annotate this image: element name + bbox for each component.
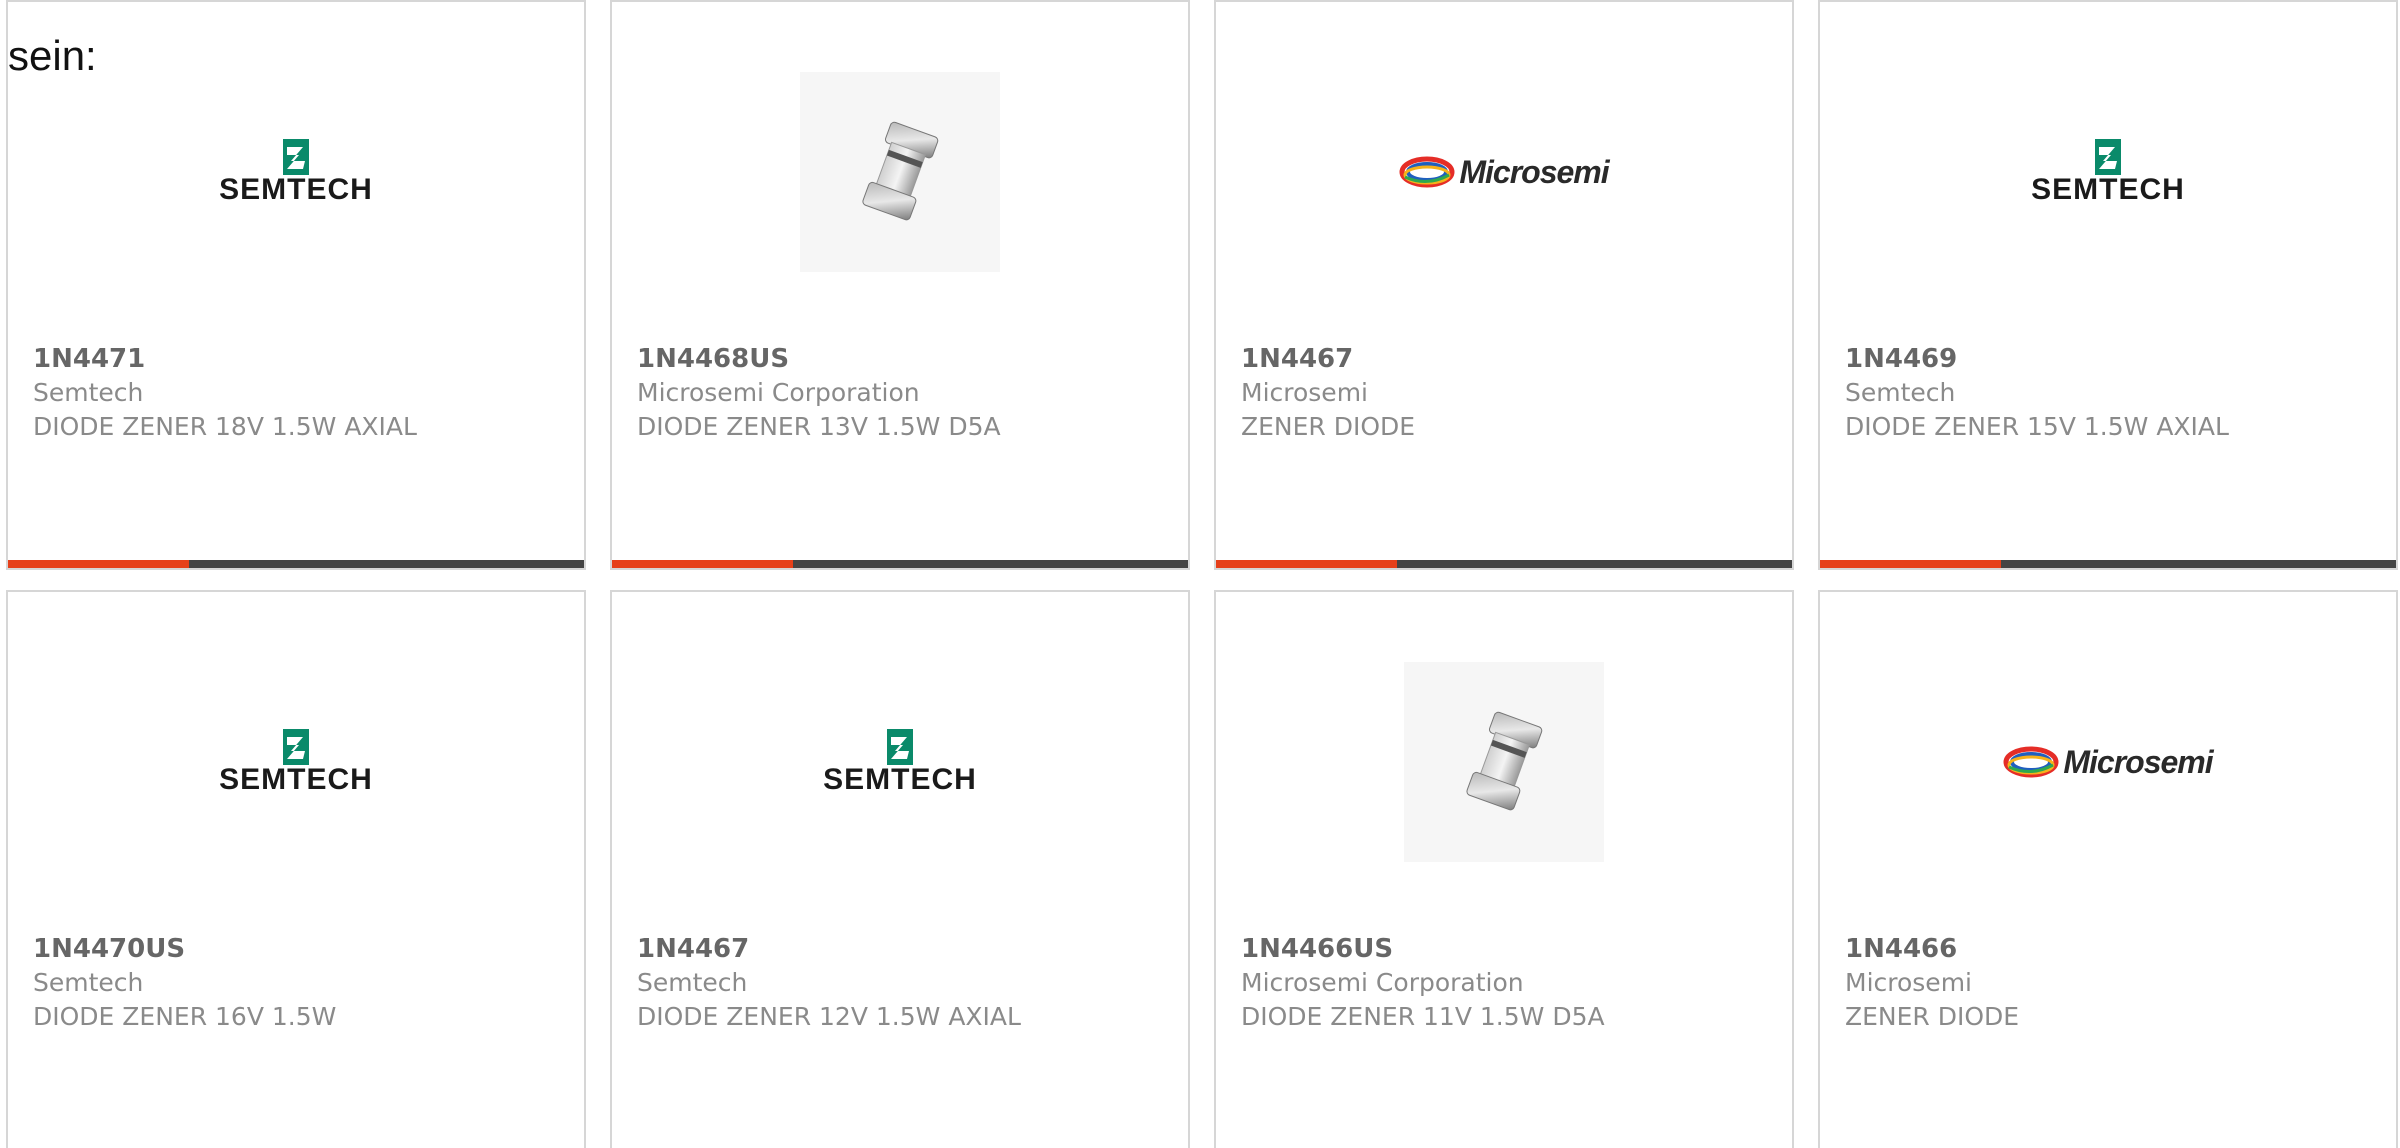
product-image[interactable]: Microsemi: [1216, 70, 1792, 274]
semtech-logo: SEMTECH: [191, 139, 401, 205]
product-card[interactable]: 1N4468US Microsemi Corporation DIODE ZEN…: [610, 0, 1190, 570]
manufacturer: Microsemi Corporation: [1241, 968, 1524, 997]
part-number-link[interactable]: 1N4466: [1845, 932, 2376, 966]
description: DIODE ZENER 12V 1.5W AXIAL: [637, 1002, 1021, 1031]
product-image[interactable]: SEMTECH: [1820, 70, 2396, 274]
description: DIODE ZENER 18V 1.5W AXIAL: [33, 412, 417, 441]
part-number-link[interactable]: 1N4466US: [1241, 932, 1772, 966]
description: ZENER DIODE: [1241, 412, 1416, 441]
product-card[interactable]: SEMTECH 1N4469 Semtech DIODE ZENER 15V 1…: [1818, 0, 2398, 570]
semtech-logo-text: SEMTECH: [2031, 173, 2185, 206]
semtech-mark-icon: [283, 139, 309, 175]
manufacturer: Semtech: [33, 378, 144, 407]
manufacturer: Semtech: [1845, 378, 1956, 407]
diode-component-icon: [1466, 711, 1543, 811]
product-card[interactable]: Microsemi 1N4467 Microsemi ZENER DIODE: [1214, 0, 1794, 570]
card-bar-accent: [1820, 560, 2002, 568]
diode-photo: [800, 72, 1000, 272]
diode-component-icon: [862, 121, 939, 221]
product-info: 1N4470US Semtech DIODE ZENER 16V 1.5W: [33, 932, 564, 1034]
semtech-logo-text: SEMTECH: [219, 763, 373, 796]
part-number-link[interactable]: 1N4467: [637, 932, 1168, 966]
manufacturer: Semtech: [637, 968, 748, 997]
microsemi-logo: Microsemi: [2003, 743, 2214, 781]
intro-text: sein:: [8, 32, 97, 79]
product-image[interactable]: SEMTECH: [8, 660, 584, 864]
part-number-link[interactable]: 1N4467: [1241, 342, 1772, 376]
product-info: 1N4467 Semtech DIODE ZENER 12V 1.5W AXIA…: [637, 932, 1168, 1034]
product-image[interactable]: SEMTECH: [8, 70, 584, 274]
product-image[interactable]: SEMTECH: [612, 660, 1188, 864]
diode-photo: [1404, 662, 1604, 862]
card-bar-accent: [1216, 560, 1398, 568]
product-info: 1N4469 Semtech DIODE ZENER 15V 1.5W AXIA…: [1845, 342, 2376, 444]
product-image[interactable]: [612, 70, 1188, 274]
product-card[interactable]: 1N4466US Microsemi Corporation DIODE ZEN…: [1214, 590, 1794, 1148]
card-bottom-bar: [612, 560, 1188, 568]
semtech-logo: SEMTECH: [2003, 139, 2213, 205]
product-info: 1N4471 Semtech DIODE ZENER 18V 1.5W AXIA…: [33, 342, 564, 444]
product-grid-page: sein: SEMTECH 1N4471 Semtech DIODE ZENER…: [0, 0, 2400, 1148]
part-number-link[interactable]: 1N4471: [33, 342, 564, 376]
description: DIODE ZENER 16V 1.5W: [33, 1002, 337, 1031]
part-number-link[interactable]: 1N4470US: [33, 932, 564, 966]
semtech-mark-icon: [2095, 139, 2121, 175]
description: DIODE ZENER 11V 1.5W D5A: [1241, 1002, 1605, 1031]
product-card[interactable]: Microsemi 1N4466 Microsemi ZENER DIODE: [1818, 590, 2398, 1148]
product-image[interactable]: Microsemi: [1820, 660, 2396, 864]
manufacturer: Semtech: [33, 968, 144, 997]
product-info: 1N4468US Microsemi Corporation DIODE ZEN…: [637, 342, 1168, 444]
semtech-logo: SEMTECH: [795, 729, 1005, 795]
manufacturer: Microsemi: [1845, 968, 1972, 997]
semtech-logo-text: SEMTECH: [219, 173, 373, 206]
product-info: 1N4467 Microsemi ZENER DIODE: [1241, 342, 1772, 444]
microsemi-logo-text: Microsemi: [1459, 153, 1609, 190]
card-bottom-bar: [1216, 560, 1792, 568]
part-number-link[interactable]: 1N4468US: [637, 342, 1168, 376]
microsemi-swirl-icon: [2003, 746, 2059, 778]
description: DIODE ZENER 15V 1.5W AXIAL: [1845, 412, 2229, 441]
product-image[interactable]: [1216, 660, 1792, 864]
manufacturer: Microsemi Corporation: [637, 378, 920, 407]
card-bottom-bar: [1820, 560, 2396, 568]
product-card[interactable]: SEMTECH 1N4470US Semtech DIODE ZENER 16V…: [6, 590, 586, 1148]
semtech-logo-text: SEMTECH: [823, 763, 977, 796]
semtech-mark-icon: [887, 729, 913, 765]
product-card[interactable]: SEMTECH 1N4471 Semtech DIODE ZENER 18V 1…: [6, 0, 586, 570]
semtech-mark-icon: [283, 729, 309, 765]
card-bottom-bar: [8, 560, 584, 568]
product-card[interactable]: SEMTECH 1N4467 Semtech DIODE ZENER 12V 1…: [610, 590, 1190, 1148]
card-bar-accent: [8, 560, 190, 568]
microsemi-swirl-icon: [1399, 156, 1455, 188]
microsemi-logo: Microsemi: [1399, 153, 1610, 191]
card-bar-accent: [612, 560, 794, 568]
part-number-link[interactable]: 1N4469: [1845, 342, 2376, 376]
product-info: 1N4466 Microsemi ZENER DIODE: [1845, 932, 2376, 1034]
microsemi-logo-text: Microsemi: [2063, 743, 2213, 780]
semtech-logo: SEMTECH: [191, 729, 401, 795]
description: ZENER DIODE: [1845, 1002, 2020, 1031]
product-info: 1N4466US Microsemi Corporation DIODE ZEN…: [1241, 932, 1772, 1034]
manufacturer: Microsemi: [1241, 378, 1368, 407]
description: DIODE ZENER 13V 1.5W D5A: [637, 412, 1001, 441]
